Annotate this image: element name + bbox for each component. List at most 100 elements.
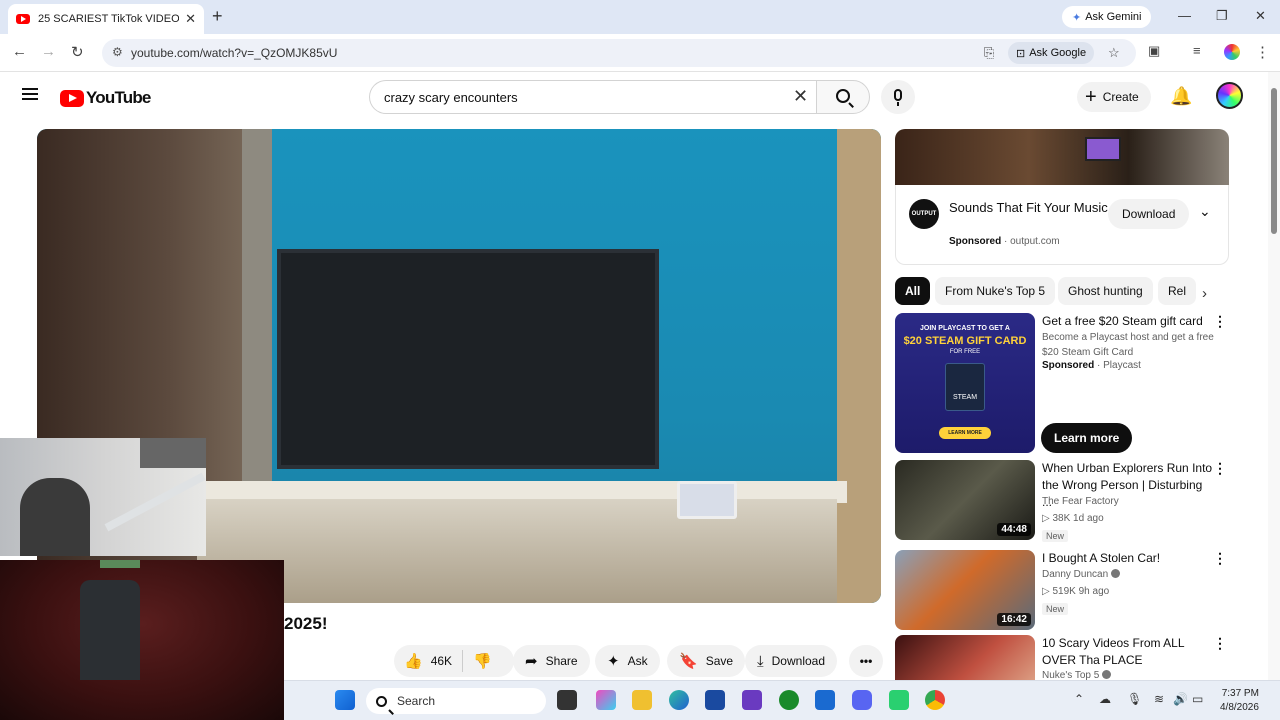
chip-all[interactable]: All	[895, 277, 931, 305]
close-window-button[interactable]: ✕	[1255, 8, 1266, 24]
new-badge: New	[1042, 603, 1069, 615]
save-button[interactable]: 🔖 Save	[667, 645, 746, 677]
advertiser-logo[interactable]: OUTPUT	[909, 199, 939, 229]
ask-button[interactable]: ✦ Ask	[595, 645, 660, 677]
outlook-icon[interactable]	[815, 690, 835, 710]
related-title[interactable]: 10 Scary Videos From ALL OVER Tha PLACE	[1042, 635, 1214, 669]
chrome-icon[interactable]	[925, 690, 945, 710]
xbox-icon[interactable]	[779, 690, 799, 710]
related-thumbnail[interactable]: JOIN PLAYCAST TO GET A $20 STEAM GIFT CA…	[895, 313, 1035, 453]
forward-arrow-icon[interactable]: →	[41, 43, 56, 60]
share-button[interactable]: ➦ Share	[513, 645, 590, 677]
battery-icon[interactable]: ▭	[1192, 692, 1203, 706]
related-item[interactable]: 10 Scary Videos From ALL OVER Tha PLACE …	[895, 635, 1240, 680]
ad-banner-image[interactable]	[895, 129, 1229, 185]
verified-icon	[1111, 569, 1121, 578]
related-channel[interactable]: Danny Duncan	[1042, 569, 1121, 580]
minimize-button[interactable]: —	[1178, 8, 1191, 23]
site-info-icon[interactable]: ⚙	[112, 45, 123, 59]
url-text[interactable]: youtube.com/watch?v=_QzOMJK85vU	[131, 46, 337, 60]
onedrive-icon[interactable]: ☁	[1099, 692, 1111, 706]
ask-gemini-button[interactable]: ✦ Ask Gemini	[1062, 6, 1152, 28]
more-actions-button[interactable]: •••	[849, 645, 883, 677]
browser-profile-avatar[interactable]	[1224, 44, 1240, 60]
tab-close-icon[interactable]: ✕	[185, 11, 196, 27]
ask-label: Ask	[627, 654, 648, 668]
more-options-icon[interactable]: ⋮	[1213, 460, 1228, 477]
photos-icon[interactable]	[742, 690, 762, 710]
new-tab-button[interactable]: +	[212, 6, 223, 27]
chip-related[interactable]: Rel	[1158, 277, 1197, 305]
edge-icon[interactable]	[669, 690, 689, 710]
thumb-learn-more: LEARN MORE	[939, 427, 991, 439]
back-arrow-icon[interactable]: ←	[12, 43, 27, 60]
related-meta: ▷ 519K 9h ago	[1042, 586, 1110, 597]
store-icon[interactable]	[705, 690, 725, 710]
create-button[interactable]: + Create	[1077, 82, 1151, 112]
ad-card[interactable]: OUTPUT Sounds That Fit Your Music Sponso…	[895, 185, 1229, 265]
related-thumbnail[interactable]: 16:42	[895, 550, 1035, 630]
youtube-wordmark: YouTube	[86, 88, 151, 107]
search-input[interactable]	[369, 80, 817, 114]
menu-icon[interactable]	[22, 88, 38, 100]
maximize-button[interactable]: ❐	[1216, 8, 1228, 24]
related-title[interactable]: Get a free $20 Steam gift card	[1042, 313, 1214, 330]
ad-download-button[interactable]: Download	[1108, 199, 1190, 229]
related-title[interactable]: I Bought A Stolen Car!	[1042, 550, 1214, 567]
address-bar[interactable]: ⚙ youtube.com/watch?v=_QzOMJK85vU ⎘ ⊡ As…	[102, 39, 1136, 67]
tray-overflow-icon[interactable]: ⌃	[1074, 692, 1084, 706]
chip-ghost-hunting[interactable]: Ghost hunting	[1058, 277, 1153, 305]
install-app-icon[interactable]: ⎘	[984, 45, 994, 61]
search-bar: ✕	[369, 80, 870, 114]
clear-search-icon[interactable]: ✕	[793, 86, 808, 107]
related-thumbnail[interactable]: 44:48	[895, 460, 1035, 540]
download-icon: ⤓	[757, 652, 764, 670]
bookmark-icon: 🔖	[679, 653, 698, 670]
steam-card-icon: STEAM	[945, 363, 985, 411]
chip-from-nukes-top-5[interactable]: From Nuke's Top 5	[935, 277, 1056, 305]
windows-start-icon[interactable]	[335, 690, 355, 710]
voice-search-button[interactable]	[881, 80, 915, 114]
related-item[interactable]: 16:42 I Bought A Stolen Car! Danny Dunca…	[895, 550, 1240, 630]
dislike-button[interactable]: 👎	[463, 645, 502, 677]
chevron-right-icon[interactable]: ›	[1202, 285, 1207, 302]
video-frame-clock	[677, 481, 737, 519]
mic-tray-icon[interactable]: 🎙	[1127, 692, 1142, 706]
more-options-icon[interactable]: ⋮	[1213, 550, 1228, 567]
youtube-logo[interactable]: YouTube	[60, 88, 151, 108]
more-options-icon[interactable]: ⋮	[1213, 313, 1228, 330]
reading-mode-icon[interactable]: ▣	[1148, 43, 1160, 59]
search-button[interactable]	[816, 80, 870, 114]
taskbar-search[interactable]: Search	[366, 688, 546, 714]
game-app-icon[interactable]	[889, 690, 909, 710]
discord-icon[interactable]	[852, 690, 872, 710]
chevron-down-icon[interactable]: ⌄	[1199, 203, 1211, 220]
like-button[interactable]: 👍 46K	[394, 645, 462, 677]
copilot-icon[interactable]	[596, 690, 616, 710]
browser-tab[interactable]: 25 SCARIEST TikTok VIDEOS of ✕	[8, 4, 204, 34]
reload-icon[interactable]: ↻	[71, 43, 84, 61]
file-explorer-icon[interactable]	[632, 690, 652, 710]
download-button[interactable]: ⤓ Download	[745, 645, 838, 677]
task-view-icon[interactable]	[557, 690, 577, 710]
chrome-menu-icon[interactable]: ⋮	[1255, 43, 1270, 61]
related-channel[interactable]: Nuke's Top 5	[1042, 670, 1112, 680]
ask-google-button[interactable]: ⊡ Ask Google	[1008, 42, 1095, 64]
media-controls-icon[interactable]: ≡	[1193, 43, 1201, 58]
taskbar-clock[interactable]: 7:37 PM 4/8/2026	[1220, 687, 1259, 715]
like-count: 46K	[430, 654, 453, 668]
notifications-bell-icon[interactable]: 🔔	[1170, 86, 1192, 107]
webcam-overlay-dark-room	[0, 560, 284, 720]
volume-icon[interactable]: 🔊	[1173, 692, 1188, 706]
ad-title[interactable]: Sounds That Fit Your Music	[949, 199, 1109, 217]
bookmark-star-icon[interactable]: ☆	[1108, 45, 1120, 61]
related-item[interactable]: 44:48 When Urban Explorers Run Into the …	[895, 460, 1240, 542]
wifi-icon[interactable]: ≋	[1154, 692, 1164, 706]
account-avatar[interactable]	[1216, 82, 1243, 109]
related-thumbnail[interactable]	[895, 635, 1035, 680]
learn-more-button[interactable]: Learn more	[1041, 423, 1133, 453]
thumb-text-line3: FOR FREE	[949, 349, 981, 355]
related-channel[interactable]: The Fear Factory	[1042, 496, 1119, 507]
scrollbar-thumb[interactable]	[1271, 88, 1277, 234]
more-options-icon[interactable]: ⋮	[1213, 635, 1228, 652]
